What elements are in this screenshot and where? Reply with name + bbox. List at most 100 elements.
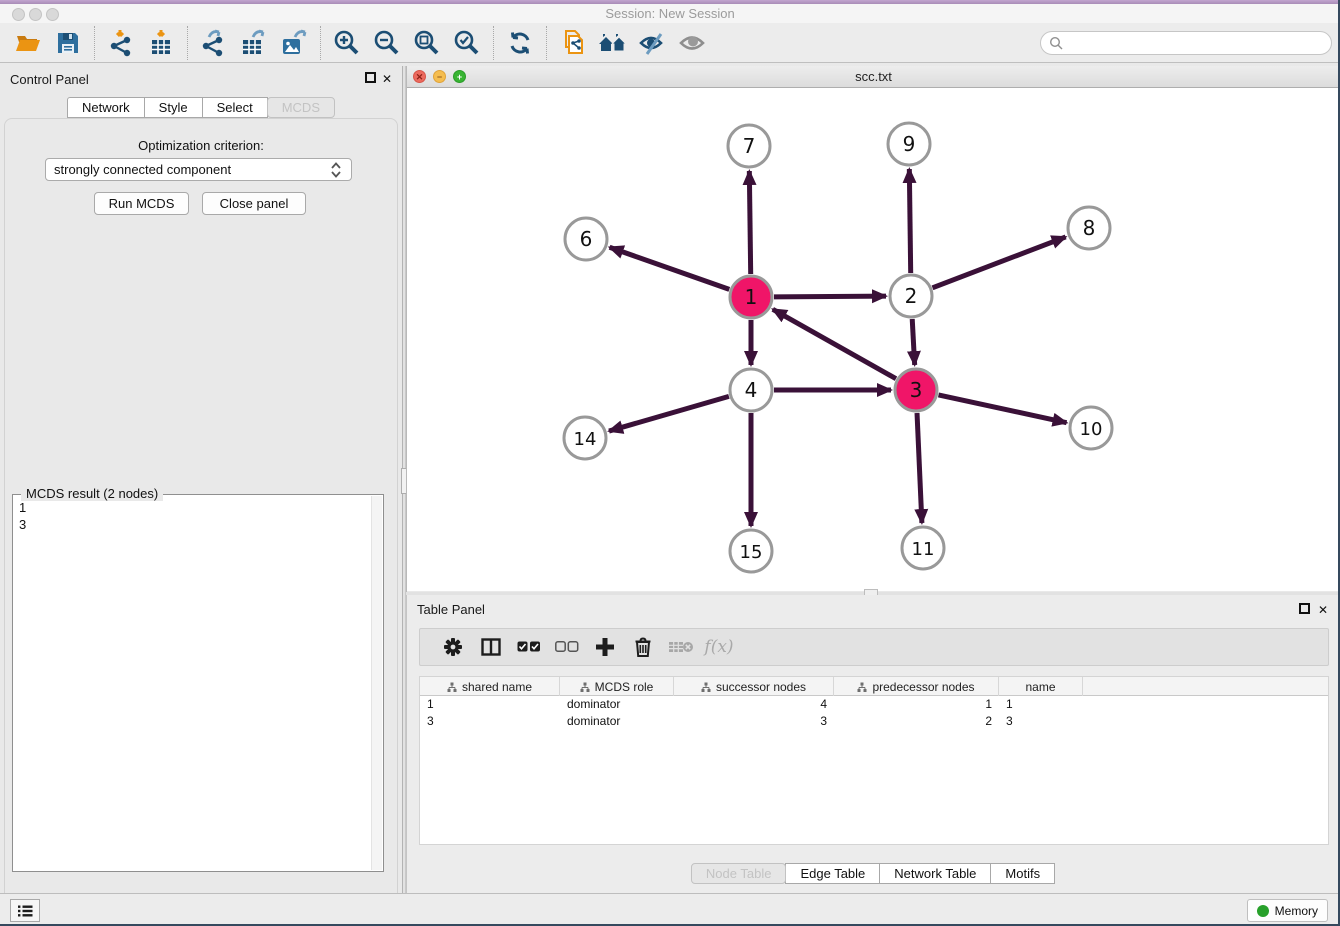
- table-toolbar: f(x): [419, 628, 1329, 666]
- zoom-fit-icon[interactable]: [407, 26, 447, 60]
- network-canvas[interactable]: 1 2 3 4 6 7 8 9 10 11 14 15: [407, 88, 1340, 591]
- desktop-strip: [0, 0, 1340, 4]
- save-session-icon[interactable]: [48, 26, 88, 60]
- run-mcds-button[interactable]: Run MCDS: [94, 192, 189, 215]
- graph-node-10[interactable]: 10: [1070, 407, 1112, 449]
- column-header-MCDS-role[interactable]: MCDS role: [560, 677, 674, 696]
- node-label: 10: [1080, 419, 1103, 440]
- tab-network-table[interactable]: Network Table: [879, 863, 991, 884]
- table-row[interactable]: 1dominator411: [420, 696, 1328, 713]
- cell[interactable]: 1: [834, 696, 999, 713]
- add-column-icon[interactable]: [586, 632, 624, 662]
- show-all-icon[interactable]: [673, 26, 713, 60]
- duplicate-network-icon[interactable]: [553, 26, 593, 60]
- search-input[interactable]: [1063, 34, 1323, 52]
- close-panel-icon[interactable]: ✕: [380, 72, 394, 86]
- export-image-icon[interactable]: [274, 26, 314, 60]
- graph-node-7[interactable]: 7: [728, 125, 770, 167]
- toolbar-separator: [493, 26, 494, 60]
- cell[interactable]: dominator: [560, 696, 674, 713]
- network-close-icon[interactable]: ✕: [413, 70, 426, 83]
- graph-node-14[interactable]: 14: [564, 417, 606, 459]
- settings-icon[interactable]: [434, 632, 472, 662]
- tab-motifs[interactable]: Motifs: [990, 863, 1055, 884]
- column-label: name: [1025, 680, 1055, 694]
- cell[interactable]: 3: [420, 713, 560, 730]
- graph-node-6[interactable]: 6: [565, 218, 607, 260]
- graph-node-4[interactable]: 4: [730, 369, 772, 411]
- graph-edge-1-6[interactable]: [610, 247, 730, 289]
- tab-network[interactable]: Network: [67, 97, 145, 118]
- zoom-in-icon[interactable]: [327, 26, 367, 60]
- import-network-icon[interactable]: [101, 26, 141, 60]
- tab-mcds[interactable]: MCDS: [267, 97, 335, 118]
- cell[interactable]: dominator: [560, 713, 674, 730]
- close-window-button[interactable]: [12, 8, 25, 21]
- import-table-icon[interactable]: [141, 26, 181, 60]
- graph-node-9[interactable]: 9: [888, 123, 930, 165]
- node-label: 9: [903, 132, 916, 156]
- node-label: 4: [745, 378, 758, 402]
- table-row[interactable]: 3dominator323: [420, 713, 1328, 730]
- close-table-panel-icon[interactable]: ✕: [1316, 603, 1330, 617]
- select-all-columns-icon[interactable]: [510, 632, 548, 662]
- float-panel-icon[interactable]: [365, 72, 376, 83]
- cell[interactable]: 2: [834, 713, 999, 730]
- column-header-name[interactable]: name: [999, 677, 1083, 696]
- select-arrows-icon: [329, 161, 343, 179]
- graph-node-15[interactable]: 15: [730, 530, 772, 572]
- tab-style[interactable]: Style: [144, 97, 203, 118]
- graph-edge-3-11[interactable]: [917, 413, 922, 523]
- delete-column-icon[interactable]: [624, 632, 662, 662]
- tab-select[interactable]: Select: [202, 97, 268, 118]
- scrollbar[interactable]: [371, 496, 382, 870]
- memory-button[interactable]: Memory: [1247, 899, 1328, 922]
- open-session-icon[interactable]: [8, 26, 48, 60]
- graph-edge-2-9[interactable]: [909, 169, 910, 273]
- refresh-view-icon[interactable]: [500, 26, 540, 60]
- graph-node-1[interactable]: 1: [730, 276, 772, 318]
- tab-edge-table[interactable]: Edge Table: [785, 863, 880, 884]
- graph-edge-3-10[interactable]: [938, 395, 1066, 423]
- task-history-button[interactable]: [10, 899, 40, 922]
- network-maximize-icon[interactable]: +: [453, 70, 466, 83]
- graph-node-2[interactable]: 2: [890, 275, 932, 317]
- float-table-panel-icon[interactable]: [1299, 603, 1310, 614]
- graph-edge-2-3[interactable]: [912, 319, 914, 365]
- deselect-all-columns-icon[interactable]: [548, 632, 586, 662]
- minimize-window-button[interactable]: [29, 8, 42, 21]
- zoom-selected-icon[interactable]: [447, 26, 487, 60]
- column-header-successor-nodes[interactable]: successor nodes: [674, 677, 834, 696]
- mcds-result-box: MCDS result (2 nodes) 1 3: [12, 494, 384, 872]
- zoom-out-icon[interactable]: [367, 26, 407, 60]
- cell[interactable]: 4: [674, 696, 834, 713]
- export-network-icon[interactable]: [194, 26, 234, 60]
- graph-edge-1-2[interactable]: [774, 296, 886, 297]
- delete-table-icon[interactable]: [662, 632, 700, 662]
- maximize-window-button[interactable]: [46, 8, 59, 21]
- cell[interactable]: 3: [674, 713, 834, 730]
- mcds-result-list[interactable]: 1 3: [19, 499, 369, 867]
- graph-node-8[interactable]: 8: [1068, 207, 1110, 249]
- graph-edge-4-14[interactable]: [609, 396, 729, 431]
- graph-edge-3-1[interactable]: [773, 309, 896, 378]
- graph-edge-2-8[interactable]: [932, 237, 1065, 288]
- first-neighbors-icon[interactable]: [593, 26, 633, 60]
- column-header-shared-name[interactable]: shared name: [420, 677, 560, 696]
- criterion-select[interactable]: strongly connected component: [45, 158, 352, 181]
- cell[interactable]: 1: [999, 696, 1083, 713]
- graph-node-11[interactable]: 11: [902, 527, 944, 569]
- graph-edge-1-7[interactable]: [749, 171, 750, 274]
- column-header-predecessor-nodes[interactable]: predecessor nodes: [834, 677, 999, 696]
- cell[interactable]: 1: [420, 696, 560, 713]
- search-box[interactable]: [1040, 31, 1332, 55]
- graph-node-3[interactable]: 3: [895, 369, 937, 411]
- tab-node-table[interactable]: Node Table: [691, 863, 787, 884]
- cell[interactable]: 3: [999, 713, 1083, 730]
- function-builder-icon[interactable]: f(x): [700, 632, 738, 662]
- close-panel-button[interactable]: Close panel: [202, 192, 306, 215]
- network-minimize-icon[interactable]: −: [433, 70, 446, 83]
- hide-selected-icon[interactable]: [633, 26, 673, 60]
- export-table-icon[interactable]: [234, 26, 274, 60]
- split-view-icon[interactable]: [472, 632, 510, 662]
